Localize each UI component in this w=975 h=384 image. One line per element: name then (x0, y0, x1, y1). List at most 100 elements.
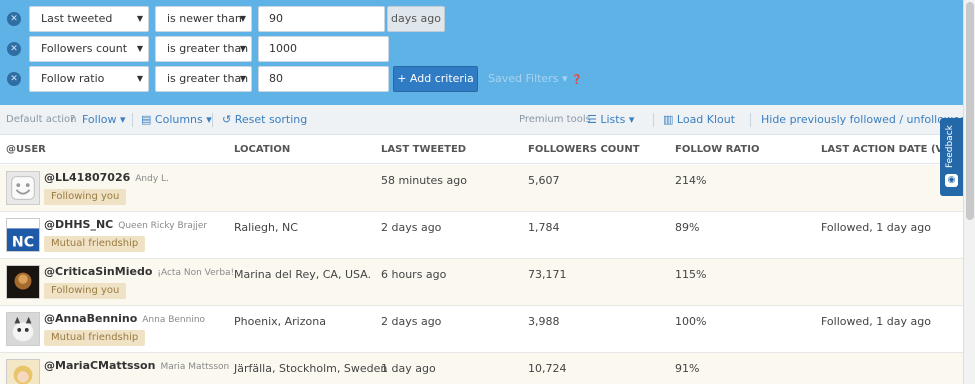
load-klout-button[interactable]: ▥ Load Klout (663, 105, 735, 135)
avatar[interactable] (6, 265, 40, 299)
table-row[interactable]: @AnnaBennino Anna Bennino Mutual friendsh… (0, 306, 963, 353)
filter-operator-select[interactable]: is greater than ▼ (155, 66, 252, 92)
filter-value-input[interactable]: 80 (258, 66, 389, 92)
filter-field-select[interactable]: Follow ratio ▼ (29, 66, 149, 92)
lists-label: Lists ▾ (600, 113, 635, 126)
user-handle: @LL41807026 (44, 171, 131, 184)
followers-count-cell: 1,784 (528, 221, 560, 234)
column-header-user[interactable]: @USER (6, 136, 46, 164)
feedback-tab[interactable]: Feedback ◉ (940, 118, 963, 196)
svg-text:NC: NC (12, 234, 34, 250)
last-tweeted-cell: 58 minutes ago (381, 174, 467, 187)
saved-filters-label: Saved Filters ▾ (488, 72, 568, 85)
premium-tools-label: Premium tools (519, 114, 591, 125)
saved-filters-link[interactable]: Saved Filters ▾ ❓ (488, 66, 582, 92)
remove-filter-icon[interactable]: ✕ (7, 42, 21, 56)
followers-count-cell: 3,988 (528, 315, 560, 328)
dropdown-caret-icon: ▼ (136, 74, 143, 83)
hide-followed-toggle[interactable]: Hide previously followed / unfollowed (761, 105, 967, 135)
load-klout-label: Load Klout (676, 113, 736, 126)
status-badge: Mutual friendship (44, 330, 146, 346)
follow-ratio-cell: 91% (675, 362, 700, 375)
followers-count-cell: 10,724 (528, 362, 567, 375)
last-action-cell: Followed, 1 day ago (821, 221, 931, 234)
follow-dropdown[interactable]: Follow ▾ (82, 105, 126, 135)
user-handle-link[interactable]: @MariaCMattsson Maria Mattsson (44, 359, 229, 372)
filter-value-input[interactable]: 90 (258, 6, 385, 32)
table-row[interactable]: @LL41807026 Andy L. Following you 58 minu… (0, 165, 963, 212)
reset-sorting-label: Reset sorting (234, 113, 308, 126)
lists-dropdown[interactable]: ☰ Lists ▾ (587, 105, 634, 135)
location-cell: Marina del Rey, CA, USA. (234, 268, 372, 281)
filter-field-value: Followers count (41, 42, 128, 55)
columns-icon: ▤ (141, 113, 152, 126)
user-real-name: ¡Acta Non Verba! (157, 268, 235, 278)
followers-count-cell: 5,607 (528, 174, 560, 187)
location-cell: Järfälla, Stockholm, Sweden (234, 362, 388, 375)
remove-filter-icon[interactable]: ✕ (7, 12, 21, 26)
scrollbar-thumb[interactable] (966, 2, 974, 220)
column-header-followers[interactable]: FOLLOWERS COUNT (528, 136, 640, 164)
user-handle: @AnnaBennino (44, 312, 138, 325)
column-header-location[interactable]: LOCATION (234, 136, 290, 164)
filter-value-input[interactable]: 1000 (258, 36, 389, 62)
reset-icon: ↺ (222, 113, 232, 126)
status-badge: Mutual friendship (44, 236, 146, 252)
filter-operator-value: is newer than (167, 12, 242, 25)
last-tweeted-cell: 2 days ago (381, 221, 442, 234)
status-badge: Following you (44, 283, 127, 299)
reset-sorting-button[interactable]: ↺ Reset sorting (222, 105, 307, 135)
user-real-name: Andy L. (135, 174, 169, 184)
user-real-name: Anna Bennino (142, 315, 206, 325)
divider (132, 113, 133, 127)
table-row[interactable]: @CriticaSinMiedo ¡Acta Non Verba! Followi… (0, 259, 963, 306)
column-header-last-tweeted[interactable]: LAST TWEETED (381, 136, 466, 164)
add-criteria-button[interactable]: + Add criteria (393, 66, 478, 92)
follow-ratio-cell: 89% (675, 221, 700, 234)
avatar[interactable]: NC (6, 218, 40, 252)
columns-label: Columns ▾ (154, 113, 212, 126)
filter-field-value: Follow ratio (41, 72, 105, 85)
filter-field-select[interactable]: Followers count ▼ (29, 36, 149, 62)
avatar[interactable] (6, 359, 40, 384)
avatar[interactable] (6, 171, 40, 205)
user-handle-link[interactable]: @DHHS_NC Queen Ricky Brajjer (44, 218, 207, 231)
dropdown-caret-icon: ▼ (239, 44, 246, 53)
location-cell: Raliegh, NC (234, 221, 298, 234)
toolbar: Default action ? Follow ▾ ▤ Columns ▾ ↺ … (0, 105, 967, 135)
filter-operator-select[interactable]: is newer than ▼ (155, 6, 252, 32)
divider (750, 113, 751, 127)
dropdown-caret-icon: ▼ (136, 14, 143, 23)
user-real-name: Queen Ricky Brajjer (118, 221, 208, 231)
filter-operator-value: is greater than (167, 72, 249, 85)
dropdown-caret-icon: ▼ (239, 14, 246, 23)
user-handle-link[interactable]: @CriticaSinMiedo ¡Acta Non Verba! (44, 265, 234, 278)
list-icon: ☰ (587, 113, 597, 126)
filter-field-select[interactable]: Last tweeted ▼ (29, 6, 149, 32)
default-action-label: Default action (6, 114, 77, 125)
table-row[interactable]: @MariaCMattsson Maria Mattsson Järfälla, … (0, 353, 963, 384)
filter-operator-select[interactable]: is greater than ▼ (155, 36, 252, 62)
columns-dropdown[interactable]: ▤ Columns ▾ (141, 105, 212, 135)
last-tweeted-cell: 1 day ago (381, 362, 436, 375)
column-header-follow-ratio[interactable]: FOLLOW RATIO (675, 136, 759, 164)
feedback-label: Feedback (945, 125, 955, 168)
last-tweeted-cell: 2 days ago (381, 315, 442, 328)
divider (653, 113, 654, 127)
table-row[interactable]: NC @DHHS_NC Queen Ricky Brajjer Mutual fr… (0, 212, 963, 259)
vertical-scrollbar[interactable] (963, 0, 975, 384)
dropdown-caret-icon: ▼ (136, 44, 143, 53)
status-badge: Following you (44, 189, 127, 205)
user-handle-link[interactable]: @AnnaBennino Anna Bennino (44, 312, 205, 325)
avatar[interactable] (6, 312, 40, 346)
remove-filter-icon[interactable]: ✕ (7, 72, 21, 86)
user-handle-link[interactable]: @LL41807026 Andy L. (44, 171, 169, 184)
divider (212, 113, 213, 127)
user-handle: @DHHS_NC (44, 218, 114, 231)
follow-ratio-cell: 115% (675, 268, 707, 281)
filter-unit-label: days ago (387, 6, 445, 32)
followers-count-cell: 73,171 (528, 268, 567, 281)
table-header: @USER LOCATION LAST TWEETED FOLLOWERS CO… (0, 136, 975, 164)
help-icon: ? (70, 114, 76, 125)
user-real-name: Maria Mattsson (160, 362, 230, 372)
